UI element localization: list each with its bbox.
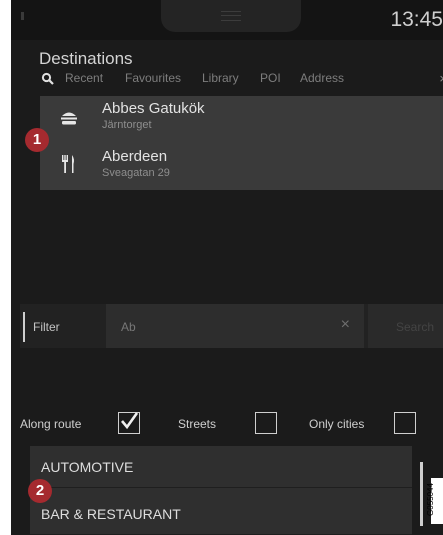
top-pull-handle[interactable] xyxy=(161,0,301,32)
only-cities-checkbox[interactable] xyxy=(394,412,416,434)
list-item[interactable]: Aberdeen Sveagatan 29 xyxy=(40,144,443,190)
along-route-checkbox[interactable] xyxy=(118,412,140,434)
tab-recent[interactable]: Recent xyxy=(65,71,103,85)
result-address: Sveagatan 29 xyxy=(102,167,170,179)
streets-label: Streets xyxy=(178,417,217,431)
along-route-label: Along route xyxy=(20,417,82,431)
filter-bar: Filter Ab × Search xyxy=(20,304,443,348)
only-cities-label: Only cities xyxy=(309,417,365,431)
result-name: Aberdeen xyxy=(102,148,168,165)
category-label: BAR & RESTAURANT xyxy=(41,506,181,522)
search-button-label: Search xyxy=(396,320,435,334)
search-icon[interactable] xyxy=(41,72,55,86)
tab-bar: Recent Favourites Library POI Address × xyxy=(41,70,443,88)
tab-poi[interactable]: POI xyxy=(260,71,281,85)
image-code-text: G055044 xyxy=(425,483,435,516)
callout-badge-2: 2 xyxy=(28,479,52,503)
list-item[interactable]: Abbes Gatukök Järntorget xyxy=(40,96,443,142)
callout-badge-1: 1 xyxy=(25,128,49,152)
filter-options: Along route Streets Only cities xyxy=(11,405,443,445)
results-list: Abbes Gatukök Järntorget Aberdeen Sveaga… xyxy=(40,96,443,190)
status-bar: 13:45 xyxy=(11,0,443,40)
filter-input-value: Ab xyxy=(121,320,136,334)
filter-label: Filter xyxy=(33,320,60,334)
clear-icon[interactable]: × xyxy=(341,316,350,334)
tab-library[interactable]: Library xyxy=(202,71,239,85)
cutlery-icon xyxy=(62,155,74,173)
burger-icon xyxy=(61,112,77,125)
search-button[interactable]: Search xyxy=(368,304,443,348)
tab-address[interactable]: Address xyxy=(300,71,344,85)
category-list: AUTOMOTIVE BAR & RESTAURANT xyxy=(30,446,412,535)
result-name: Abbes Gatukök xyxy=(102,100,205,117)
status-indicator xyxy=(21,12,24,20)
page-title: Destinations xyxy=(39,49,133,68)
list-item[interactable]: BAR & RESTAURANT xyxy=(30,493,412,535)
handle-icon xyxy=(221,11,241,21)
image-code: G055044 xyxy=(426,478,443,524)
scrollbar[interactable] xyxy=(420,462,423,526)
category-label: AUTOMOTIVE xyxy=(41,459,134,475)
filter-input[interactable]: Ab × xyxy=(106,304,364,348)
navigation-screen: 13:45 Destinations Recent Favourites Lib… xyxy=(11,0,443,535)
list-item[interactable]: AUTOMOTIVE xyxy=(30,446,412,488)
result-address: Järntorget xyxy=(102,119,152,131)
close-icon[interactable]: × xyxy=(439,71,443,86)
checkmark-icon xyxy=(121,412,139,430)
filter-accent xyxy=(23,312,25,342)
streets-checkbox[interactable] xyxy=(255,412,277,434)
tab-favourites[interactable]: Favourites xyxy=(125,71,181,85)
clock: 13:45 xyxy=(390,8,443,31)
